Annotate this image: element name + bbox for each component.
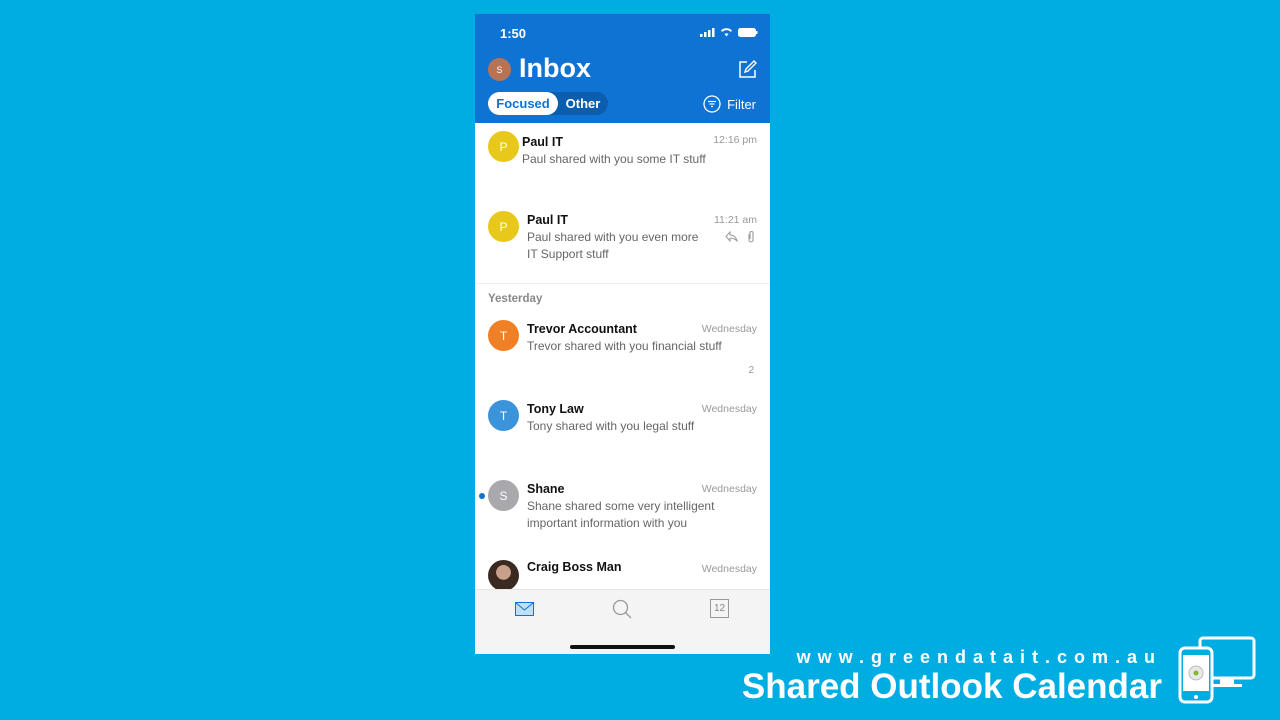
sender-name: Trevor Accountant xyxy=(527,322,637,336)
search-icon[interactable] xyxy=(612,599,632,619)
message-preview: Shane shared some very intelligent impor… xyxy=(527,499,715,530)
message-row[interactable]: P Paul IT 12:16 pm Paul shared with you … xyxy=(475,123,770,193)
sender-name: Shane xyxy=(527,482,565,496)
signal-icon xyxy=(700,27,715,37)
sender-name: Tony Law xyxy=(527,402,584,416)
home-indicator xyxy=(570,645,675,649)
filter-button[interactable]: Filter xyxy=(703,95,756,113)
phone-screen: 1:50 S Inbox Focused Other Filter P Paul… xyxy=(475,14,770,654)
tab-focused[interactable]: Focused xyxy=(488,92,558,115)
message-row[interactable]: S Shane Wednesday Shane shared some very… xyxy=(475,470,770,550)
avatar: S xyxy=(488,480,519,511)
message-time: Wednesday xyxy=(701,403,757,415)
message-time: Wednesday xyxy=(701,323,757,335)
message-time: 12:16 pm xyxy=(713,134,757,146)
filter-label: Filter xyxy=(727,96,756,112)
message-preview: Paul shared with you some IT stuff xyxy=(522,152,706,166)
avatar: T xyxy=(488,400,519,431)
inbox-segment-control: Focused Other xyxy=(488,92,608,115)
message-row[interactable]: P Paul IT 11:21 am Paul shared with you … xyxy=(475,201,770,281)
battery-icon xyxy=(738,27,758,37)
avatar: T xyxy=(488,320,519,351)
message-time: 11:21 am xyxy=(714,214,757,226)
status-time: 1:50 xyxy=(500,26,527,41)
filter-icon xyxy=(703,95,721,113)
compose-icon[interactable] xyxy=(738,60,757,79)
message-time: Wednesday xyxy=(701,563,757,575)
bottom-tab-bar: 12 xyxy=(475,589,770,654)
avatar: P xyxy=(488,131,519,162)
avatar-photo xyxy=(488,560,519,590)
inbox-header: 1:50 S Inbox Focused Other Filter xyxy=(475,14,770,123)
message-row[interactable]: T Trevor Accountant Wednesday Trevor sha… xyxy=(475,310,770,390)
attachment-icon xyxy=(748,231,754,243)
brand-title: Shared Outlook Calendar xyxy=(741,667,1162,706)
calendar-icon[interactable]: 12 xyxy=(710,599,729,618)
device-logo-icon xyxy=(1178,636,1256,704)
reply-icon xyxy=(725,231,738,242)
page-title: Inbox xyxy=(519,53,591,83)
brand-url: www.greendatait.com.au xyxy=(796,647,1162,667)
message-preview: Trevor shared with you financial stuff xyxy=(527,339,722,353)
message-row[interactable]: Craig Boss Man Wednesday xyxy=(475,550,770,590)
tab-other[interactable]: Other xyxy=(558,92,608,115)
account-avatar[interactable]: S xyxy=(488,58,511,81)
sender-name: Craig Boss Man xyxy=(527,560,622,574)
message-time: Wednesday xyxy=(701,483,757,495)
status-icons xyxy=(700,27,758,37)
avatar: P xyxy=(488,211,519,242)
message-preview: Tony shared with you legal stuff xyxy=(527,419,695,433)
sender-name: Paul IT xyxy=(527,213,568,227)
section-header: Yesterday xyxy=(488,293,543,305)
wifi-icon xyxy=(721,28,732,37)
mail-icon[interactable] xyxy=(515,602,534,616)
unread-indicator xyxy=(479,493,485,499)
sender-name: Paul IT xyxy=(522,135,563,149)
thread-count: 2 xyxy=(748,365,754,376)
section-divider xyxy=(475,283,770,284)
message-preview: Paul shared with you even more IT Suppor… xyxy=(527,230,699,261)
message-row[interactable]: T Tony Law Wednesday Tony shared with yo… xyxy=(475,390,770,470)
